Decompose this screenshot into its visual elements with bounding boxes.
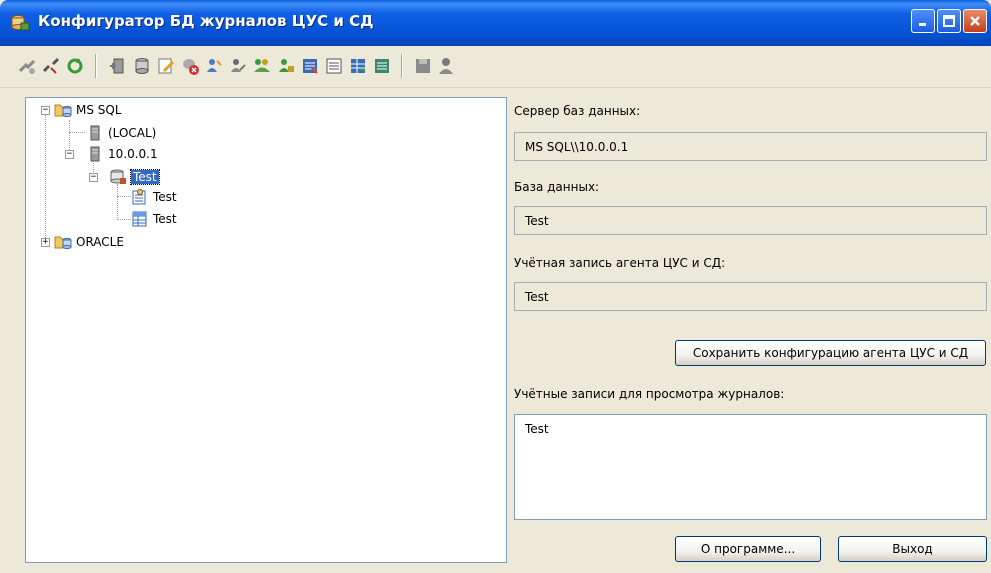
tree-node-journal-2[interactable]: Test	[131, 210, 177, 228]
expand-toggle-database[interactable]: −	[89, 173, 98, 182]
tree-label-mssql: MS SQL	[76, 103, 122, 117]
about-button[interactable]: О программе...	[675, 536, 821, 562]
maximize-button[interactable]	[937, 9, 961, 33]
server-icon	[90, 125, 100, 141]
tree-line	[117, 219, 131, 220]
journal-remove-icon[interactable]	[372, 56, 392, 76]
tree-line	[69, 132, 85, 133]
tree-line	[117, 184, 118, 220]
minimize-icon	[919, 23, 926, 26]
tree-label-local: (LOCAL)	[108, 126, 157, 140]
agent-account-field: Test	[514, 282, 987, 311]
agent-icon[interactable]	[437, 56, 457, 76]
server-icon	[90, 146, 100, 162]
delete-icon[interactable]	[180, 56, 200, 76]
tree-label-database: Test	[130, 169, 160, 185]
expand-toggle-mssql[interactable]: −	[41, 106, 50, 115]
journal-list-icon[interactable]	[324, 56, 344, 76]
journal-users-icon	[132, 189, 146, 205]
user-remove-icon[interactable]	[276, 56, 296, 76]
tree-label-journal-2: Test	[153, 212, 177, 226]
viewer-accounts-label: Учётные записи для просмотра журналов:	[514, 387, 785, 401]
server-label: Сервер баз данных:	[514, 104, 641, 118]
tree-label-server: 10.0.0.1	[108, 147, 158, 161]
tree-label-oracle: ORACLE	[76, 235, 124, 249]
database-label: База данных:	[514, 180, 600, 194]
tree-line	[117, 196, 131, 197]
journal-grid-icon[interactable]	[348, 56, 368, 76]
journal-add-icon[interactable]	[300, 56, 320, 76]
agent-account-label: Учётная запись агента ЦУС и СД:	[514, 256, 726, 270]
database-field: Test	[514, 206, 987, 235]
save-icon[interactable]	[413, 56, 433, 76]
expand-toggle-oracle[interactable]: +	[41, 238, 50, 247]
refresh-icon[interactable]	[65, 56, 85, 76]
add-database-icon[interactable]	[132, 56, 152, 76]
server-field: MS SQL\\10.0.0.1	[514, 132, 987, 161]
tree-line	[45, 112, 46, 244]
tree-label-journal-1: Test	[153, 190, 177, 204]
toolbar-separator	[95, 54, 97, 78]
folder-database-icon	[54, 104, 72, 118]
tree-node-oracle[interactable]: ORACLE	[54, 233, 124, 251]
exit-button[interactable]: Выход	[838, 536, 987, 562]
user-group-icon[interactable]	[252, 56, 272, 76]
tree-node-server[interactable]: 10.0.0.1	[86, 145, 158, 163]
tree-view[interactable]: − MS SQL (LOCAL) − 10.0.0.1 − Test Test …	[25, 97, 507, 563]
title-bar: Конфигуратор БД журналов ЦУС и СД	[0, 0, 991, 46]
toolbar	[0, 46, 991, 88]
tree-node-database[interactable]: Test	[109, 168, 160, 186]
user-add-icon[interactable]	[204, 56, 224, 76]
connect-icon[interactable]	[17, 56, 37, 76]
edit-icon[interactable]	[156, 56, 176, 76]
user-edit-icon[interactable]	[228, 56, 248, 76]
toolbar-separator	[401, 54, 403, 78]
minimize-button[interactable]	[911, 9, 935, 33]
app-icon	[11, 15, 30, 31]
tree-node-local[interactable]: (LOCAL)	[86, 124, 156, 142]
close-button[interactable]	[963, 9, 987, 33]
disconnect-icon[interactable]	[41, 56, 61, 76]
database-icon	[110, 169, 126, 184]
tree-node-mssql[interactable]: MS SQL	[54, 101, 122, 119]
viewer-accounts-textarea[interactable]: Test	[514, 414, 987, 520]
save-agent-config-button[interactable]: Сохранить конфигурацию агента ЦУС и СД	[675, 340, 986, 366]
window-title: Конфигуратор БД журналов ЦУС и СД	[38, 12, 374, 30]
folder-database-icon	[54, 236, 72, 250]
expand-toggle-server[interactable]: −	[65, 150, 74, 159]
tree-node-journal-1[interactable]: Test	[131, 188, 177, 206]
close-icon	[970, 16, 980, 26]
add-server-icon[interactable]	[108, 56, 128, 76]
journal-table-icon	[132, 211, 147, 227]
maximize-icon	[943, 15, 955, 27]
